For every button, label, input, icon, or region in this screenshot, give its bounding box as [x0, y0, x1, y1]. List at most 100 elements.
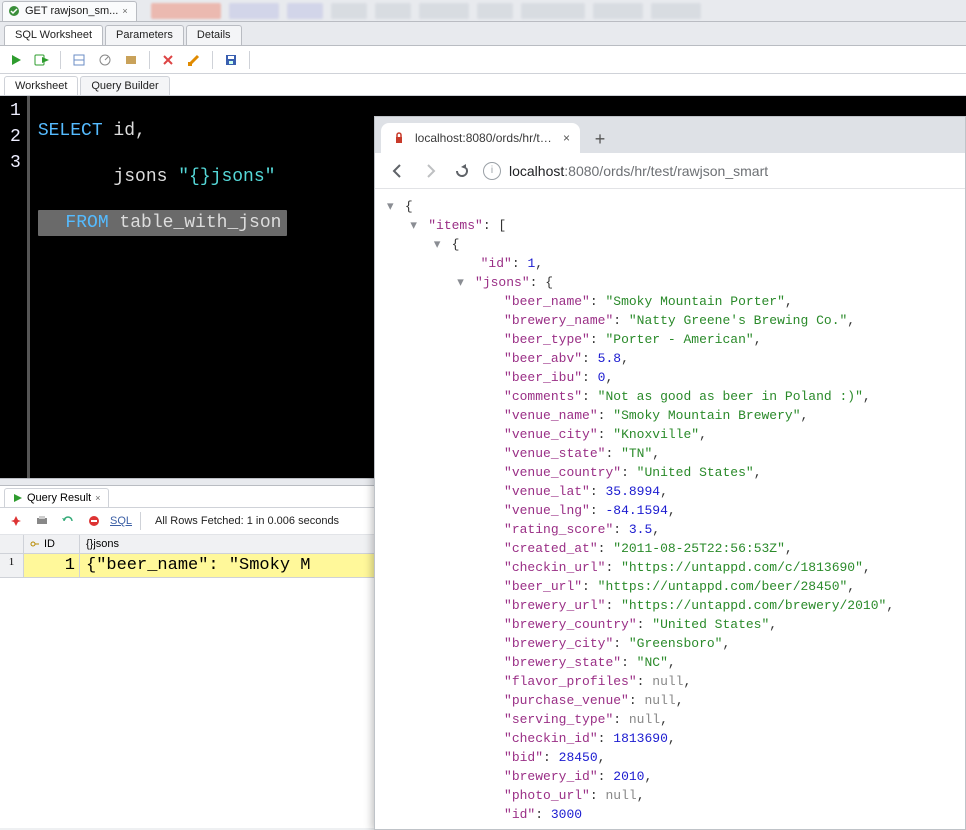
json-key: "created_at"	[504, 541, 598, 556]
run-statement-button[interactable]	[6, 50, 26, 70]
disclose-icon[interactable]: ▾	[410, 216, 420, 235]
editor-tab-active[interactable]: GET rawjson_sm... ×	[2, 1, 137, 21]
disclose-icon[interactable]: ▾	[387, 197, 397, 216]
new-tab-button[interactable]: +	[586, 125, 614, 153]
autotrace-button[interactable]	[95, 50, 115, 70]
json-key: "beer_type"	[504, 332, 590, 347]
json-value: 28450	[559, 750, 598, 765]
background-tab[interactable]	[419, 3, 469, 19]
background-tab[interactable]	[151, 3, 221, 19]
reload-button[interactable]	[451, 160, 473, 182]
json-key: "venue_city"	[504, 427, 598, 442]
json-value: 3000	[551, 807, 582, 822]
sql-identifier: table_with_json	[109, 213, 282, 233]
sql-tuning-button[interactable]	[121, 50, 141, 70]
grid-header-rownum	[0, 535, 24, 553]
explain-plan-button[interactable]	[69, 50, 89, 70]
json-value: null	[652, 674, 683, 689]
background-tab[interactable]	[651, 3, 701, 19]
disclose-icon[interactable]: ▾	[457, 273, 467, 292]
browser-tab-close[interactable]: ×	[563, 131, 570, 145]
json-key: "serving_type"	[504, 712, 613, 727]
print-button[interactable]	[32, 511, 52, 531]
save-button[interactable]	[221, 50, 241, 70]
json-punct: : [	[483, 218, 506, 233]
json-viewer[interactable]: ▾ { ▾ "items": [ ▾ { "id": 1, ▾ "jsons":…	[375, 189, 965, 829]
sheet-tabs: SQL Worksheet Parameters Details	[0, 22, 966, 46]
favicon-icon	[391, 130, 407, 146]
clear-button[interactable]	[158, 50, 178, 70]
format-button[interactable]	[184, 50, 204, 70]
cell-id[interactable]: 1	[24, 554, 80, 577]
tab-details[interactable]: Details	[186, 25, 242, 45]
json-value: "https://untappd.com/c/1813690"	[621, 560, 863, 575]
key-icon	[30, 539, 40, 549]
json-key: "items"	[428, 218, 483, 233]
code-content[interactable]: SELECT id, jsons "{}jsons" FROM table_wi…	[30, 96, 292, 478]
background-tab[interactable]	[331, 3, 367, 19]
tab-query-result[interactable]: Query Result ×	[4, 488, 109, 507]
json-value: null	[629, 712, 660, 727]
background-tab[interactable]	[375, 3, 411, 19]
json-key: "venue_state"	[504, 446, 605, 461]
column-label: {}jsons	[86, 538, 119, 550]
refresh-button[interactable]	[58, 511, 78, 531]
json-key: "venue_name"	[504, 408, 598, 423]
json-value: null	[644, 693, 675, 708]
back-button[interactable]	[387, 160, 409, 182]
background-tab[interactable]	[521, 3, 585, 19]
sql-link[interactable]: SQL	[110, 515, 132, 527]
json-punct: : {	[530, 275, 553, 290]
json-key: "bid"	[504, 750, 543, 765]
json-key: "venue_country"	[504, 465, 621, 480]
json-value: "Not as good as beer in Poland :)"	[598, 389, 863, 404]
toolbar-separator	[149, 51, 150, 69]
json-key: "brewery_city"	[504, 636, 613, 651]
json-key: "venue_lng"	[504, 503, 590, 518]
tab-worksheet[interactable]: Worksheet	[4, 76, 78, 95]
pin-button[interactable]	[6, 511, 26, 531]
json-value: "2011-08-25T22:56:53Z"	[613, 541, 785, 556]
tab-sql-worksheet[interactable]: SQL Worksheet	[4, 25, 103, 45]
tab-query-builder[interactable]: Query Builder	[80, 76, 169, 95]
address-bar[interactable]: i localhost:8080/ords/hr/test/rawjson_sm…	[483, 162, 768, 180]
run-script-button[interactable]	[32, 50, 52, 70]
json-value: "Greensboro"	[629, 636, 723, 651]
result-tab-close[interactable]: ×	[95, 493, 100, 503]
background-tab[interactable]	[593, 3, 643, 19]
forward-button[interactable]	[419, 160, 441, 182]
site-info-icon[interactable]: i	[483, 162, 501, 180]
cancel-query-button[interactable]	[84, 511, 104, 531]
json-value: 5.8	[598, 351, 621, 366]
editor-tab-close[interactable]: ×	[122, 6, 127, 16]
json-key: "purchase_venue"	[504, 693, 629, 708]
toolbar-separator	[212, 51, 213, 69]
url-host: localhost	[509, 163, 564, 179]
sql-identifier: id,	[103, 121, 146, 141]
browser-tab[interactable]: localhost:8080/ords/hr/test/rawj ×	[381, 123, 580, 153]
json-value: "United States"	[637, 465, 754, 480]
json-value: "TN"	[621, 446, 652, 461]
json-value: 3.5	[629, 522, 652, 537]
background-tab[interactable]	[287, 3, 323, 19]
json-key: "id"	[481, 256, 512, 271]
json-key: "checkin_url"	[504, 560, 605, 575]
json-key: "comments"	[504, 389, 582, 404]
tab-parameters[interactable]: Parameters	[105, 25, 184, 45]
grid-header-id[interactable]: ID	[24, 535, 80, 553]
json-value: "Porter - American"	[605, 332, 753, 347]
json-key: "beer_name"	[504, 294, 590, 309]
json-key: "brewery_id"	[504, 769, 598, 784]
line-number-gutter: 1 2 3	[0, 96, 30, 478]
json-brace: {	[452, 237, 460, 252]
toolbar-separator	[60, 51, 61, 69]
json-value: "NC"	[637, 655, 668, 670]
json-brace: {	[405, 199, 413, 214]
editor-tabs-bar: GET rawjson_sm... ×	[0, 0, 966, 22]
disclose-icon[interactable]: ▾	[434, 235, 444, 254]
background-tab[interactable]	[477, 3, 513, 19]
line-number: 2	[10, 124, 21, 150]
browser-toolbar: i localhost:8080/ords/hr/test/rawjson_sm…	[375, 153, 965, 189]
editor-tab-title: GET rawjson_sm...	[25, 5, 118, 17]
background-tab[interactable]	[229, 3, 279, 19]
